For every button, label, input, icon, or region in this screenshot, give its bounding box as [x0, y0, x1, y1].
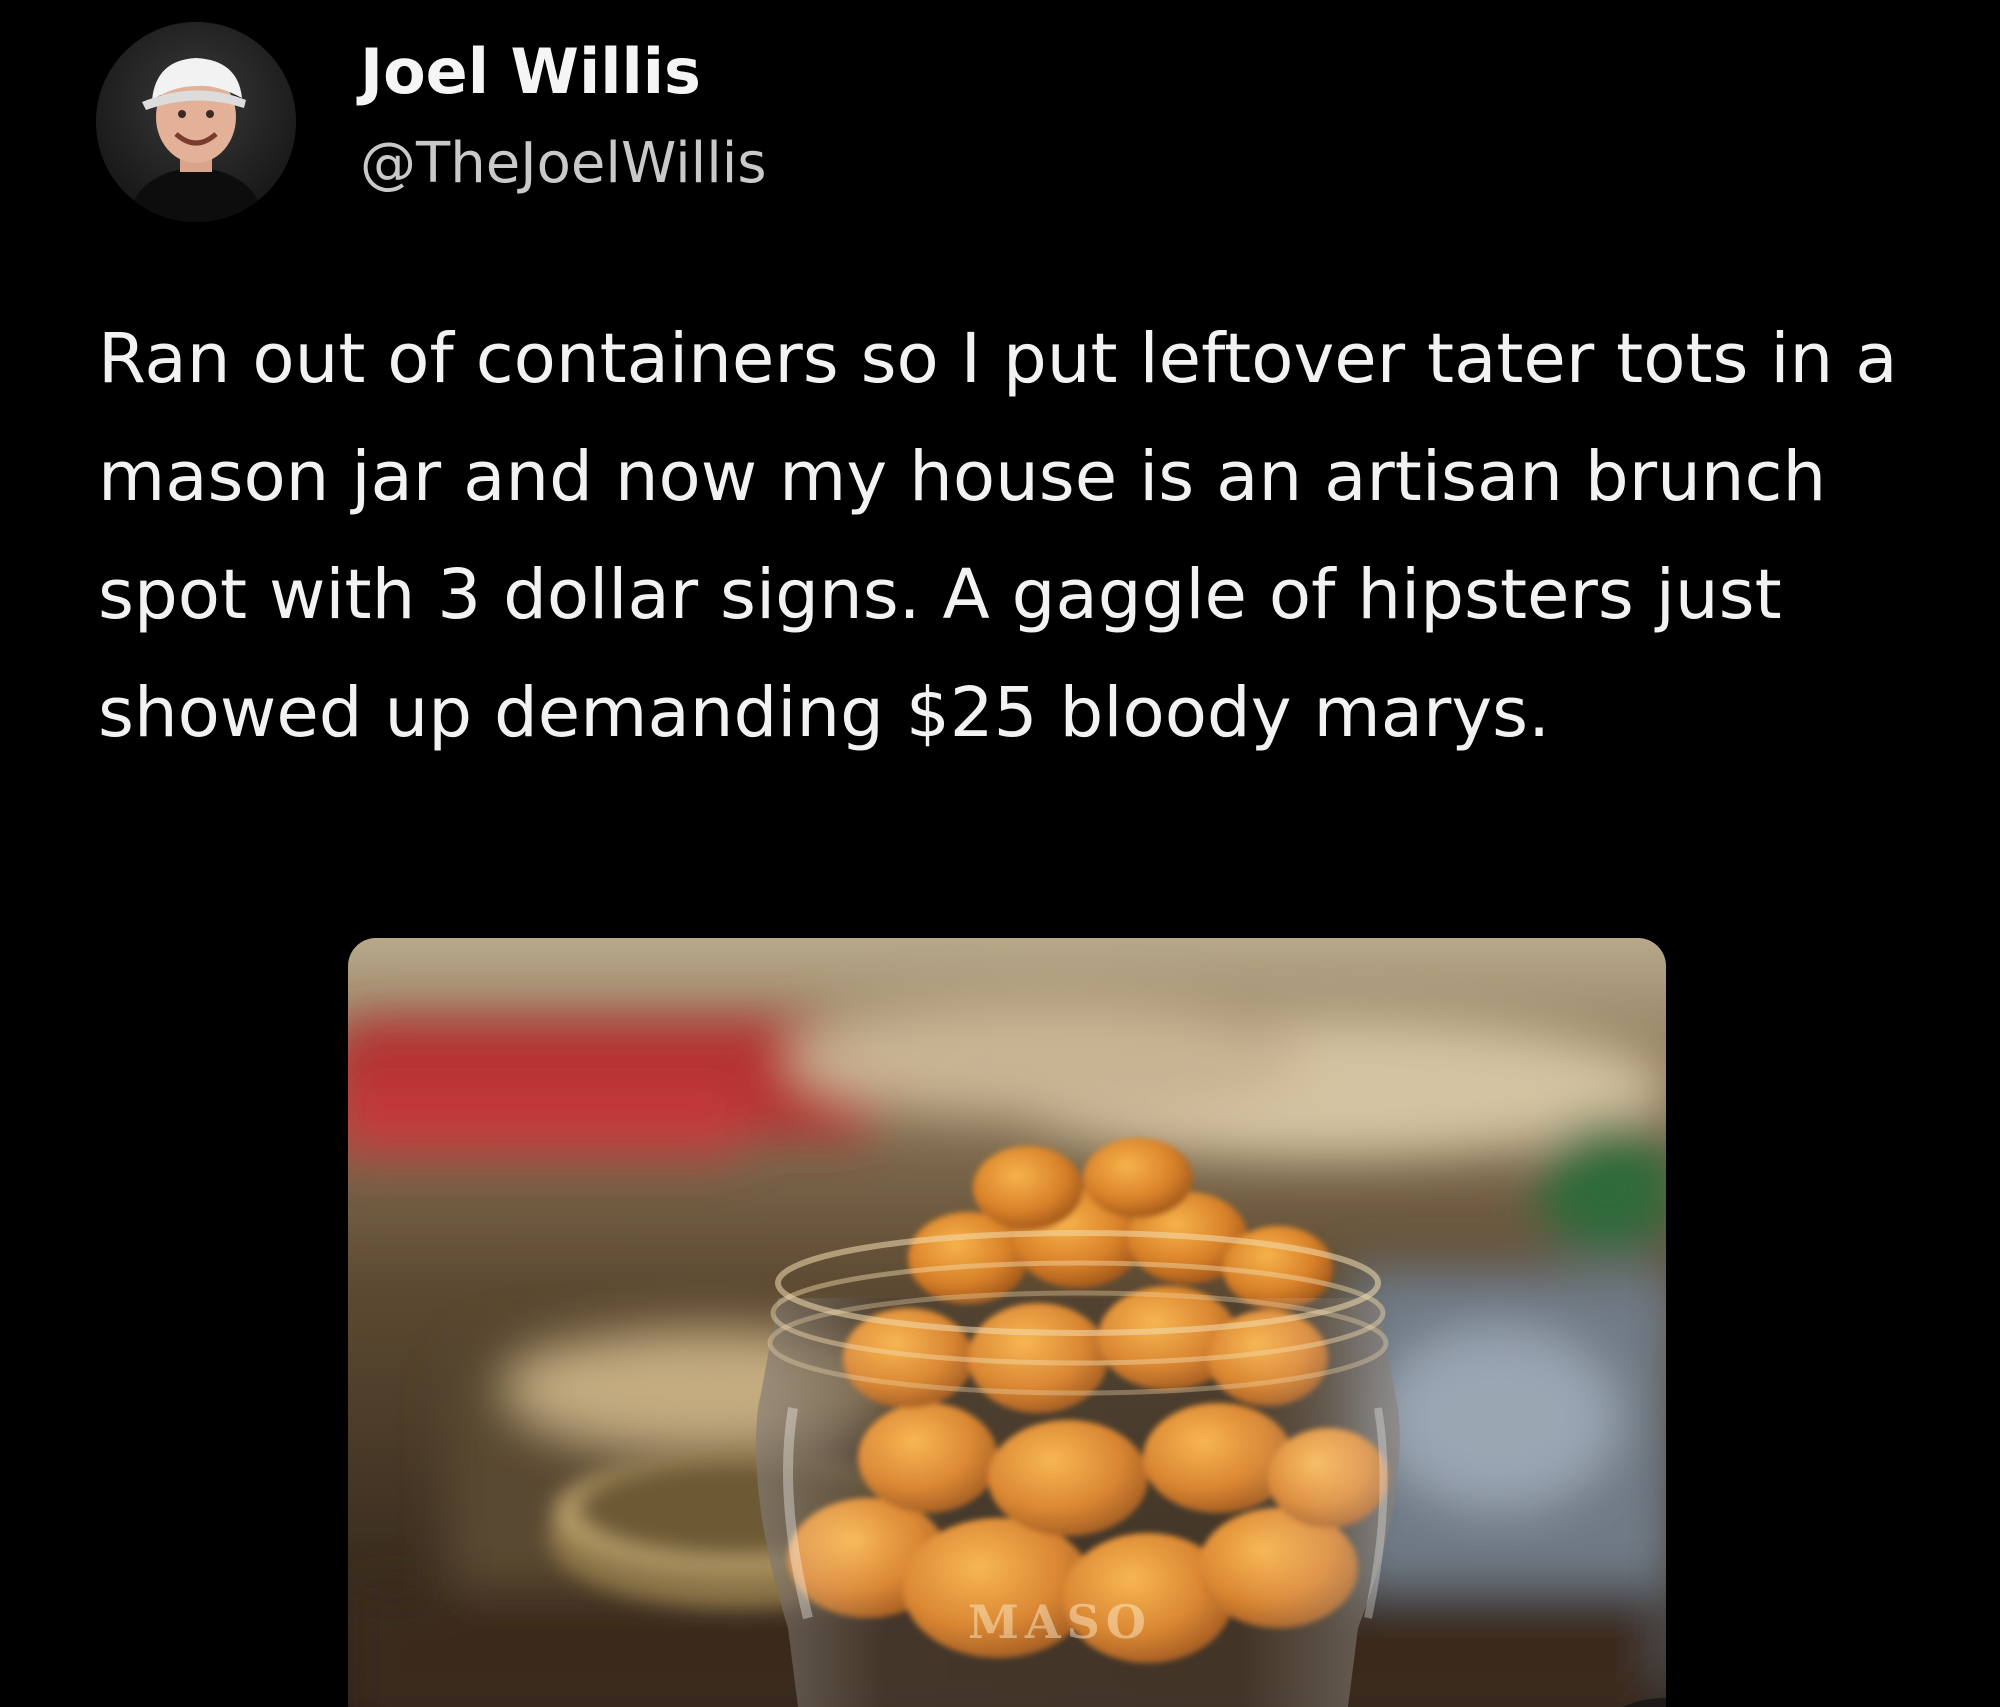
- tater-tots-jar-photo: MASO: [348, 938, 1666, 1707]
- post-text: Ran out of containers so I put leftover …: [98, 319, 1898, 753]
- author-avatar[interactable]: [96, 22, 296, 222]
- post-image[interactable]: MASO: [348, 938, 1666, 1707]
- post-card: Joel Willis @TheJoelWillis Ran out of co…: [0, 0, 2000, 1707]
- author-handle[interactable]: @TheJoelWillis: [360, 132, 767, 196]
- author-display-name[interactable]: Joel Willis: [360, 36, 701, 108]
- jar-embossing: MASO: [968, 1595, 1152, 1649]
- avatar-photo-icon: [96, 22, 296, 222]
